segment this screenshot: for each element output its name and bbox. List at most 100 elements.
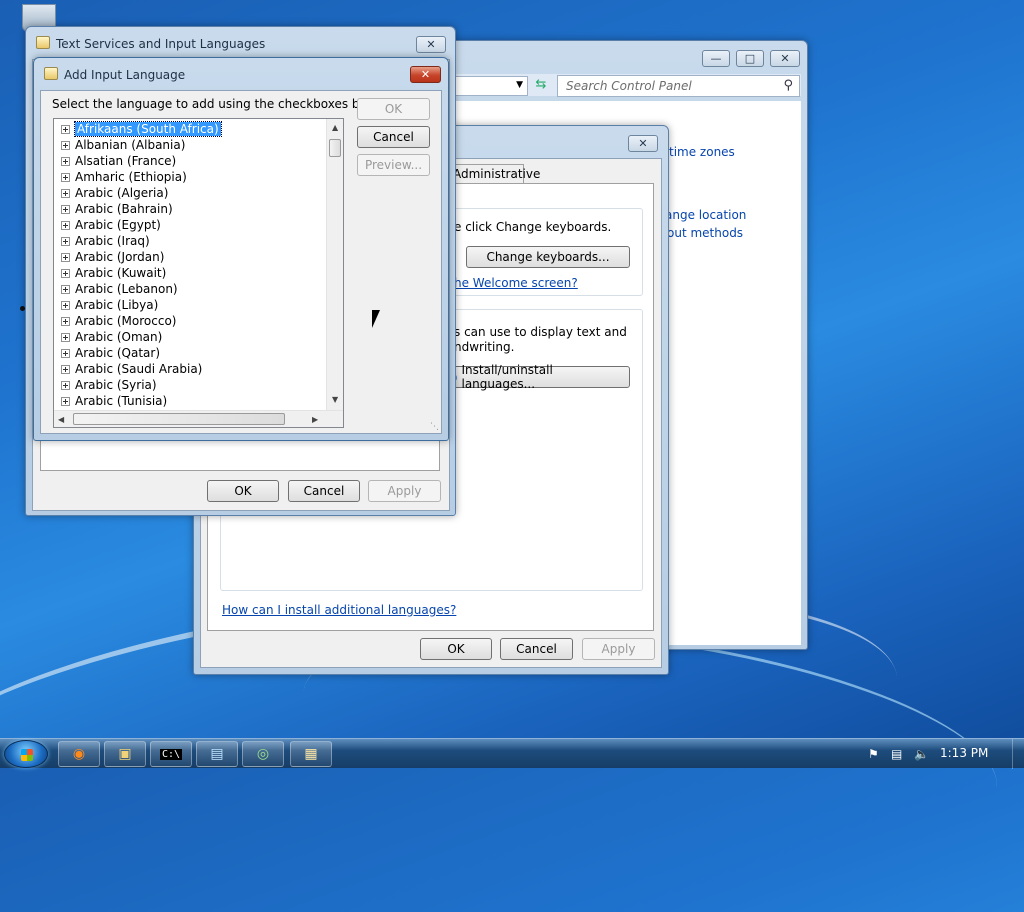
address-dropdown[interactable]: ▼: [453, 76, 528, 96]
add-input-language-window: Add Input Language ✕ Select the language…: [33, 57, 449, 441]
ok-button[interactable]: OK: [207, 480, 279, 502]
expand-icon[interactable]: [61, 124, 70, 134]
network-tray-icon[interactable]: ▤: [891, 747, 902, 761]
action-center-icon[interactable]: ⚑: [868, 747, 879, 761]
search-input[interactable]: Search Control Panel: [566, 79, 692, 93]
list-item[interactable]: Arabic (Syria): [54, 377, 326, 393]
cancel-button[interactable]: Cancel: [288, 480, 360, 502]
list-item[interactable]: Arabic (Libya): [54, 297, 326, 313]
apply-button[interactable]: Apply: [368, 480, 441, 502]
cancel-button[interactable]: Cancel: [357, 126, 430, 148]
scroll-thumb[interactable]: [329, 139, 341, 157]
expand-icon[interactable]: [61, 364, 70, 374]
firefox-icon: ◉: [72, 746, 86, 762]
install-uninstall-button[interactable]: ◉ Install/uninstall languages...: [446, 363, 630, 391]
expand-icon[interactable]: [61, 332, 70, 342]
taskbar-control-panel[interactable]: ▦: [290, 741, 332, 767]
scroll-left-icon[interactable]: ◀: [58, 415, 64, 424]
ok-button[interactable]: OK: [357, 98, 430, 120]
expand-icon[interactable]: [61, 220, 70, 230]
expand-icon[interactable]: [61, 380, 70, 390]
list-item[interactable]: Arabic (Iraq): [54, 233, 326, 249]
maximize-button[interactable]: □: [736, 50, 764, 67]
taskbar-remote-desktop[interactable]: ▤: [196, 741, 238, 767]
scroll-right-icon[interactable]: ▶: [312, 415, 318, 424]
welcome-screen-link[interactable]: he Welcome screen?: [454, 276, 578, 290]
list-item[interactable]: Albanian (Albania): [54, 137, 326, 153]
list-item[interactable]: Arabic (Jordan): [54, 249, 326, 265]
expand-icon[interactable]: [61, 204, 70, 214]
expand-icon[interactable]: [61, 236, 70, 246]
horizontal-scrollbar[interactable]: ◀ ▶: [54, 410, 343, 427]
start-button[interactable]: [4, 740, 48, 768]
list-item[interactable]: Arabic (Tunisia): [54, 393, 326, 409]
close-button[interactable]: ✕: [628, 135, 658, 152]
show-desktop-button[interactable]: [1012, 739, 1024, 769]
vertical-scrollbar[interactable]: ▲ ▼: [326, 119, 343, 410]
language-label: Arabic (Algeria): [75, 186, 169, 200]
list-item[interactable]: Arabic (Egypt): [54, 217, 326, 233]
taskbar-explorer[interactable]: ▣: [104, 741, 146, 767]
link-input-methods[interactable]: out methods: [667, 226, 743, 240]
ok-button[interactable]: OK: [420, 638, 492, 660]
expand-icon[interactable]: [61, 156, 70, 166]
list-item[interactable]: Alsatian (France): [54, 153, 326, 169]
chevron-down-icon: ▼: [516, 80, 523, 90]
minimize-button[interactable]: —: [702, 50, 730, 67]
expand-icon[interactable]: [61, 188, 70, 198]
list-item[interactable]: Arabic (Kuwait): [54, 265, 326, 281]
close-button[interactable]: ✕: [416, 36, 446, 53]
install-languages-link[interactable]: How can I install additional languages?: [222, 603, 456, 617]
list-item[interactable]: Arabic (Lebanon): [54, 281, 326, 297]
network-icon: ◎: [256, 746, 270, 762]
search-icon: ⚲: [783, 78, 793, 93]
refresh-icon[interactable]: ⇆: [531, 77, 551, 95]
search-box[interactable]: Search Control Panel ⚲: [557, 75, 800, 97]
close-button[interactable]: ✕: [770, 50, 800, 67]
expand-icon[interactable]: [61, 268, 70, 278]
list-item[interactable]: Afrikaans (South Africa): [54, 121, 326, 137]
expand-icon[interactable]: [61, 140, 70, 150]
list-item[interactable]: Arabic (Saudi Arabia): [54, 361, 326, 377]
link-time-zones[interactable]: time zones: [669, 145, 735, 159]
expand-icon[interactable]: [61, 396, 70, 406]
language-label: Arabic (Libya): [75, 298, 159, 312]
cancel-button[interactable]: Cancel: [500, 638, 573, 660]
taskbar-cmd[interactable]: C:\: [150, 741, 192, 767]
expand-icon[interactable]: [61, 172, 70, 182]
expand-icon[interactable]: [61, 252, 70, 262]
keyboard-icon: [36, 36, 50, 49]
expand-icon[interactable]: [61, 284, 70, 294]
remote-desktop-icon: ▤: [210, 746, 224, 762]
resize-grip-icon[interactable]: ⋱: [430, 422, 439, 432]
close-button[interactable]: ✕: [410, 66, 441, 83]
expand-icon[interactable]: [61, 348, 70, 358]
explorer-icon: ▣: [118, 746, 132, 762]
clock[interactable]: 1:13 PM: [940, 746, 988, 760]
instruction-text: Select the language to add using the che…: [52, 97, 391, 111]
taskbar-firefox[interactable]: ◉: [58, 741, 100, 767]
expand-icon[interactable]: [61, 300, 70, 310]
preview-button[interactable]: Preview...: [357, 154, 430, 176]
change-keyboards-button[interactable]: Change keyboards...: [466, 246, 630, 268]
apply-button[interactable]: Apply: [582, 638, 655, 660]
tab-administrative[interactable]: Administrative: [452, 164, 540, 184]
link-change-location[interactable]: ange location: [665, 208, 746, 222]
hscroll-thumb[interactable]: [73, 413, 285, 425]
list-item[interactable]: Amharic (Ethiopia): [54, 169, 326, 185]
list-item[interactable]: Arabic (Oman): [54, 329, 326, 345]
volume-icon[interactable]: 🔈: [914, 747, 929, 761]
list-item[interactable]: Arabic (Qatar): [54, 345, 326, 361]
list-item[interactable]: Arabic (Morocco): [54, 313, 326, 329]
window-title: Text Services and Input Languages: [56, 37, 266, 51]
list-item[interactable]: Arabic (Bahrain): [54, 201, 326, 217]
display-text-line2: ndwriting.: [454, 340, 515, 354]
language-tree[interactable]: Afrikaans (South Africa) Albanian (Albani…: [53, 118, 344, 428]
expand-icon[interactable]: [61, 316, 70, 326]
scroll-down-icon[interactable]: ▼: [332, 395, 338, 404]
list-item[interactable]: Arabic (Algeria): [54, 185, 326, 201]
control-panel-icon: ▦: [304, 746, 318, 762]
scroll-up-icon[interactable]: ▲: [332, 123, 338, 132]
taskbar-network[interactable]: ◎: [242, 741, 284, 767]
language-label: Arabic (Kuwait): [75, 266, 167, 280]
